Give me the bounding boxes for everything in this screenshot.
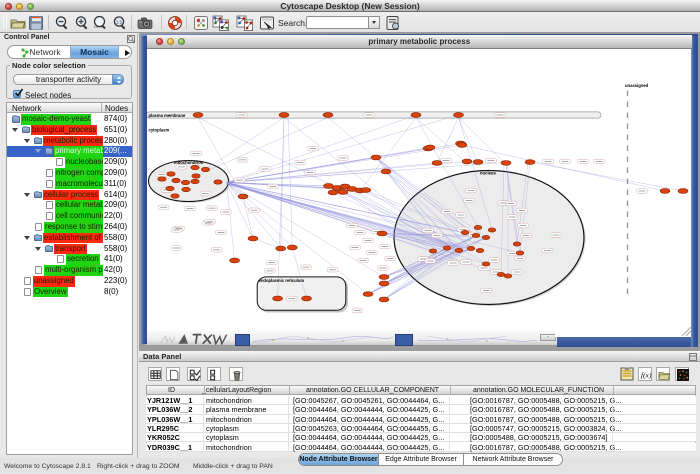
svg-text:f(x): f(x)	[641, 371, 652, 380]
svg-text:plasma membrane: plasma membrane	[149, 112, 186, 117]
svg-text:endoplasmic reticulum: endoplasmic reticulum	[259, 278, 305, 283]
svg-text:unassigned: unassigned	[625, 83, 649, 88]
svg-text:1:1: 1:1	[116, 19, 123, 24]
svg-text:nucleus: nucleus	[480, 170, 496, 175]
svg-text:cytoplasm: cytoplasm	[149, 127, 170, 132]
